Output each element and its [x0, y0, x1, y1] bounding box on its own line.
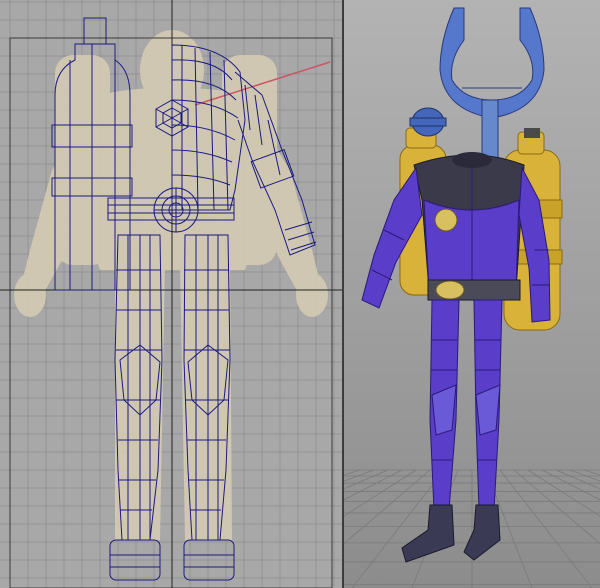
perspective-grid-line	[527, 469, 600, 517]
perspective-grid-line	[513, 469, 600, 545]
perspective-grid-line	[344, 469, 403, 501]
front-viewport-canvas[interactable]	[0, 0, 342, 588]
perspective-grid-line	[344, 469, 431, 545]
perspective-grid-line	[499, 469, 593, 588]
perspective-grid-line	[569, 469, 600, 482]
suit-boots[interactable]	[401, 504, 501, 563]
perspective-grid-line	[344, 469, 417, 517]
perspective-viewport[interactable]	[344, 0, 600, 588]
perspective-grid	[344, 469, 600, 588]
suit-legs[interactable]	[429, 299, 503, 511]
perspective-grid-line	[344, 469, 375, 482]
suit-belt[interactable]	[427, 279, 521, 301]
suit-torso[interactable]	[413, 152, 525, 291]
reference-image	[14, 30, 328, 540]
perspective-grid-line	[541, 469, 600, 501]
perspective-viewport-canvas[interactable]	[344, 0, 600, 588]
front-viewport[interactable]	[0, 0, 342, 588]
modeling-app	[0, 0, 600, 588]
